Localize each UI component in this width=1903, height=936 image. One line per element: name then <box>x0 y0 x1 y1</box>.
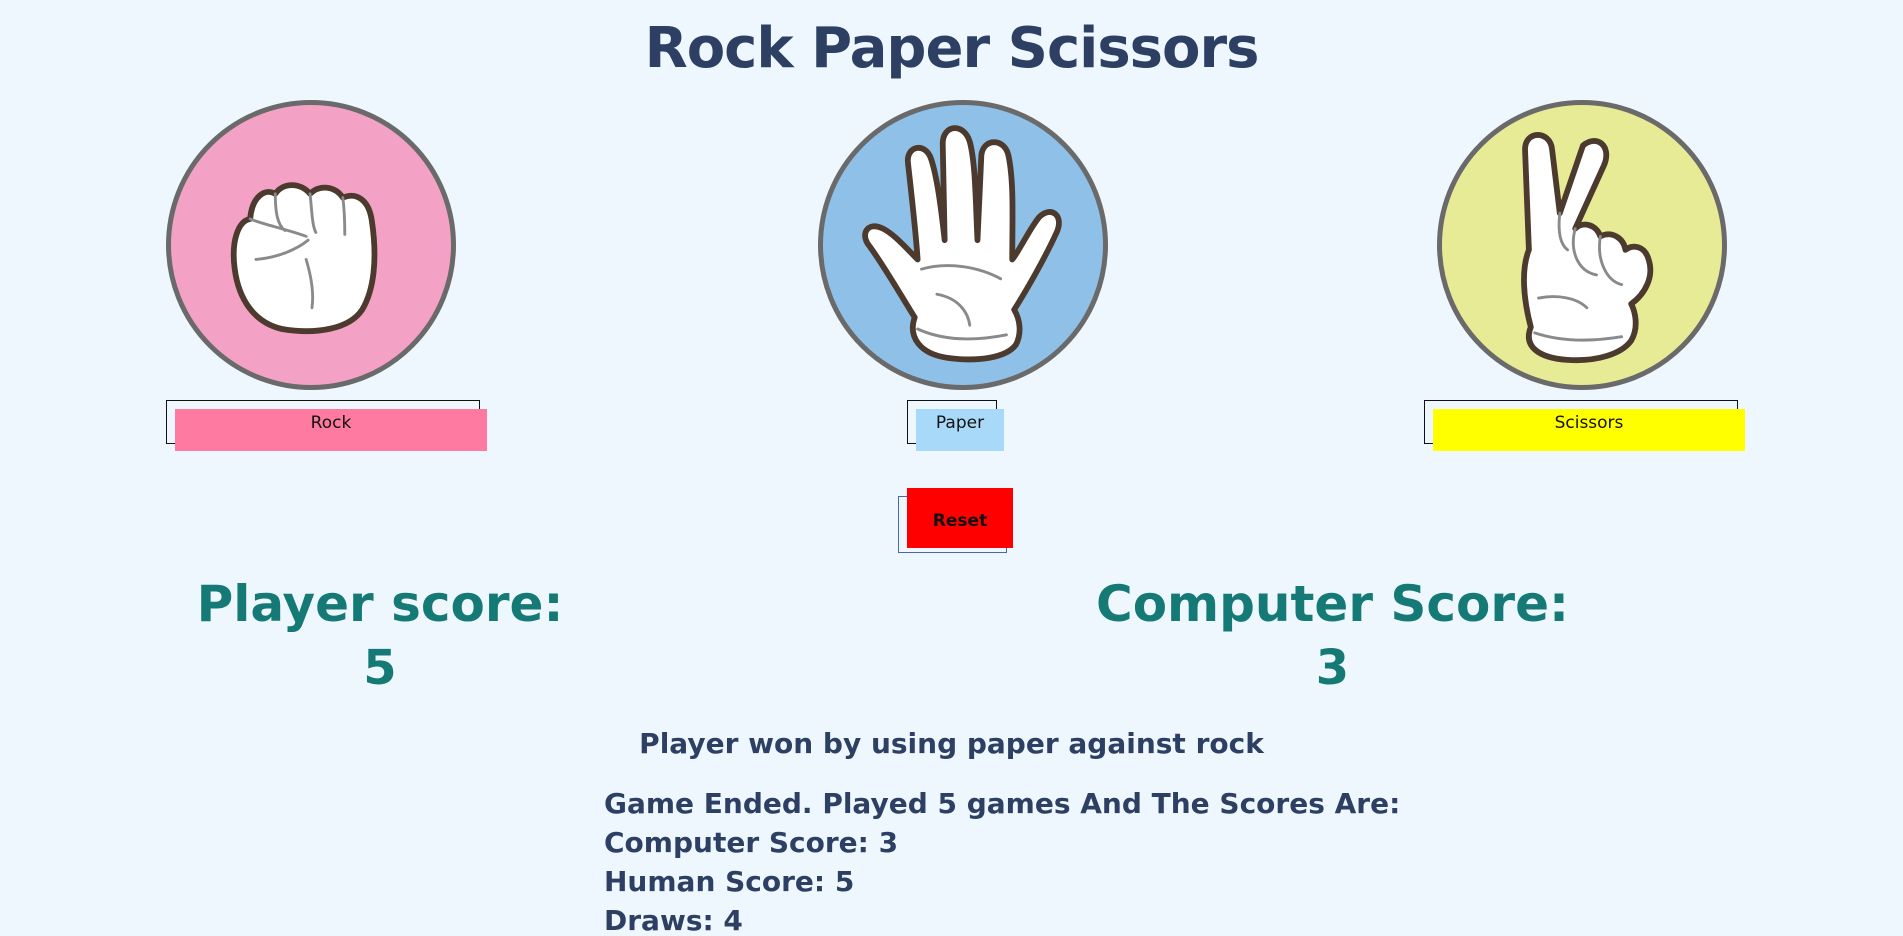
rock-image[interactable] <box>166 100 456 390</box>
computer-score-label: Computer Score: <box>1096 575 1569 633</box>
game-summary: Game Ended. Played 5 games And The Score… <box>604 784 1400 936</box>
reset-button-label: Reset <box>932 511 988 531</box>
page-title: Rock Paper Scissors <box>644 15 1260 81</box>
round-result-message: Player won by using paper against rock <box>639 727 1264 760</box>
paper-open-hand-icon <box>862 125 1062 363</box>
player-score-label: Player score: <box>196 575 564 633</box>
summary-line-games: Game Ended. Played 5 games And The Score… <box>604 787 1401 820</box>
scissors-button-wrapper: Scissors <box>1424 400 1745 451</box>
rock-fist-icon <box>230 182 378 334</box>
rock-button-label: Rock <box>310 413 352 433</box>
paper-button-wrapper: Paper <box>907 400 1004 451</box>
paper-image[interactable] <box>818 100 1108 390</box>
paper-button-label: Paper <box>935 413 985 433</box>
rock-button-wrapper: Rock <box>166 400 487 451</box>
scissors-button-label: Scissors <box>1554 413 1624 433</box>
summary-line-draws: Draws: 4 <box>604 904 743 936</box>
reset-button-wrapper: Reset <box>898 488 1013 553</box>
summary-line-human-score: Human Score: 5 <box>604 865 855 898</box>
scissors-button[interactable]: Scissors <box>1433 409 1745 451</box>
reset-button[interactable]: Reset <box>907 488 1013 548</box>
summary-line-computer-score: Computer Score: 3 <box>604 826 899 859</box>
scissors-peace-hand-icon <box>1521 132 1654 364</box>
player-score-value: 5 <box>363 640 397 696</box>
game-page: Rock Paper Scissors Rock Paper Scissors … <box>0 0 1903 936</box>
paper-button[interactable]: Paper <box>916 409 1004 451</box>
scissors-image[interactable] <box>1437 100 1727 390</box>
computer-score-value: 3 <box>1315 640 1350 696</box>
rock-button[interactable]: Rock <box>175 409 487 451</box>
